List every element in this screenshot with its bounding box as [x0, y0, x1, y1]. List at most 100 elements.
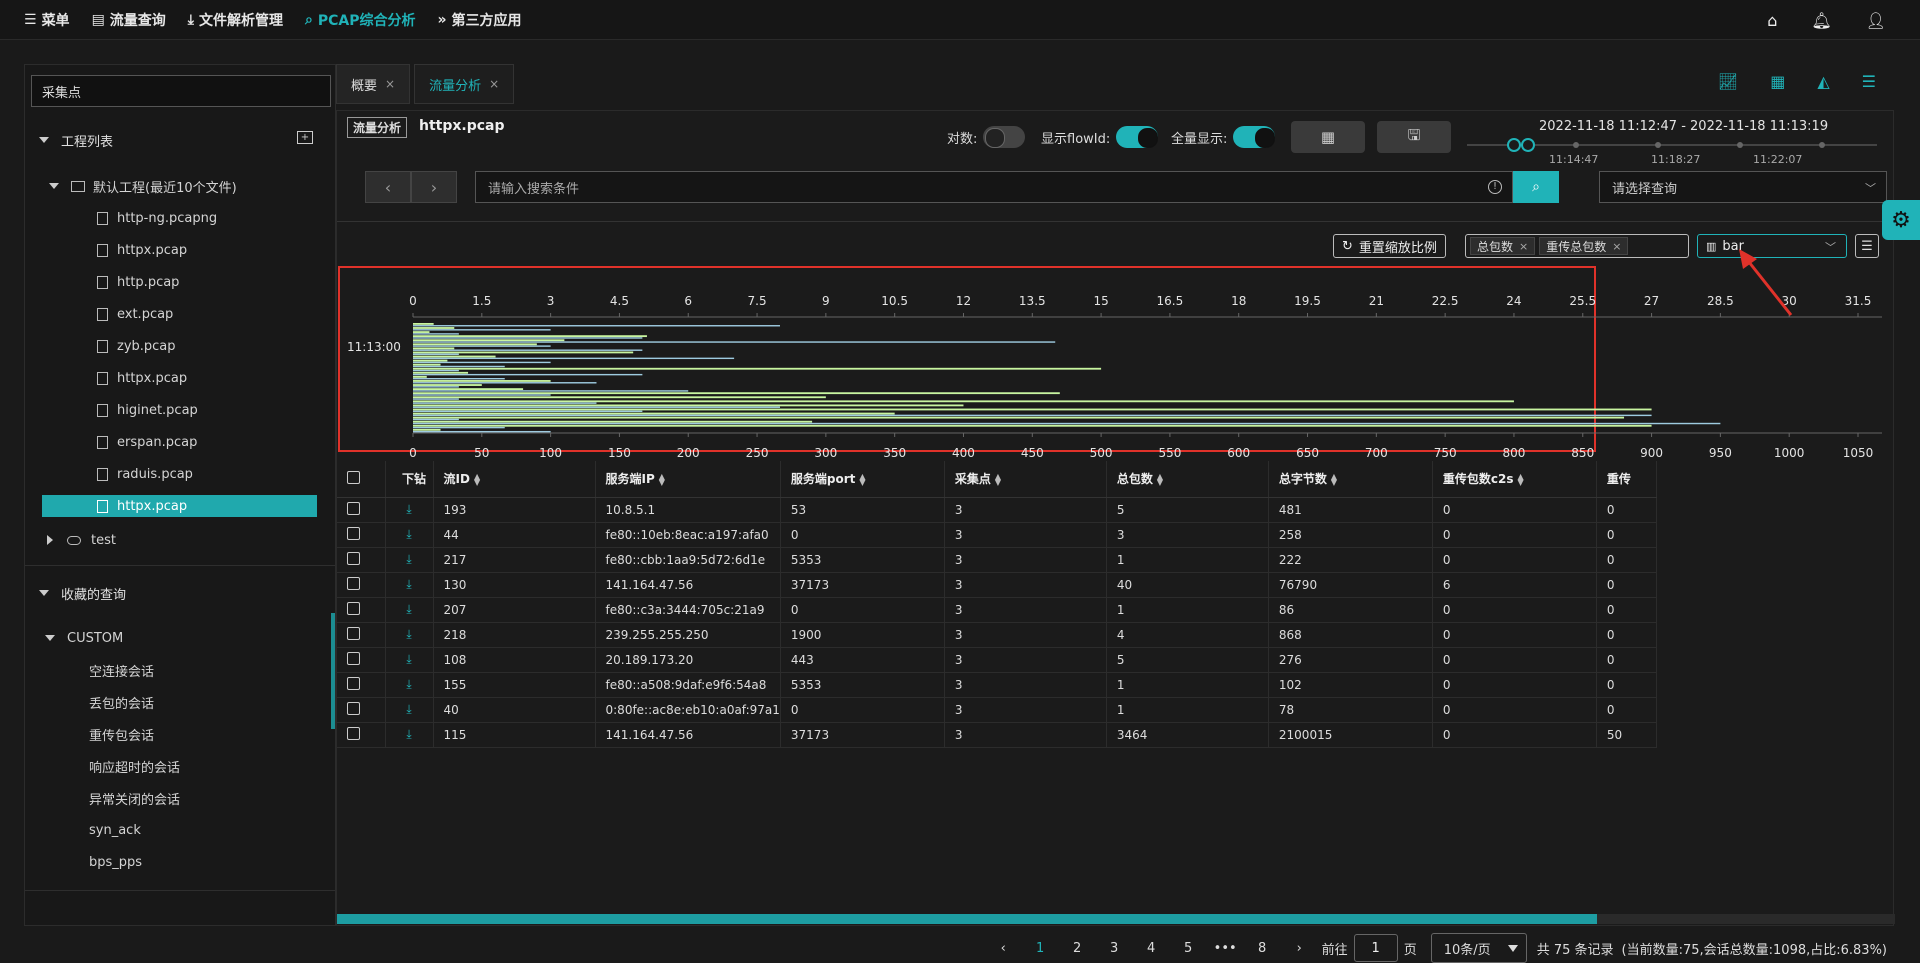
- drilldown-icon[interactable]: ⤓: [406, 602, 411, 616]
- metric-selector[interactable]: 总包数 × 重传总包数 ×: [1465, 234, 1689, 258]
- row-checkbox[interactable]: [347, 626, 360, 640]
- close-icon[interactable]: ×: [489, 77, 499, 91]
- next-page-button[interactable]: ›: [1281, 941, 1318, 956]
- panel-toggle-icon[interactable]: ☰: [1862, 72, 1876, 91]
- table-row[interactable]: ⤓ 207 fe80::c3a:3444:705c:21a9 0 3 1 86 0 0: [337, 597, 1657, 623]
- reset-zoom-button[interactable]: ↻ 重置缩放比例: [1333, 234, 1446, 258]
- bell-icon[interactable]: 🔔︎: [1811, 11, 1831, 30]
- page-number[interactable]: 8: [1244, 941, 1281, 956]
- column-header[interactable]: 总包数 ▲ ▼: [1106, 461, 1269, 498]
- sort-icon[interactable]: ▲ ▼: [659, 472, 665, 486]
- column-header[interactable]: 服务端IP ▲ ▼: [595, 461, 781, 498]
- table-row[interactable]: ⤓ 217 fe80::cbb:1aa9:5d72:6d1e 5353 3 1 222 0 0: [337, 547, 1657, 573]
- file-item[interactable]: httpx.pcap: [25, 365, 335, 391]
- page-number[interactable]: 1: [1022, 941, 1059, 956]
- drilldown-icon[interactable]: ⤓: [406, 702, 411, 716]
- table-view-icon[interactable]: ▦: [1770, 72, 1785, 91]
- saved-query-item[interactable]: 响应超时的会话: [25, 753, 335, 779]
- table-row[interactable]: ⤓ 130 141.164.47.56 37173 3 40 76790 6 0: [337, 572, 1657, 598]
- file-item[interactable]: higinet.pcap: [25, 397, 335, 423]
- default-project-node[interactable]: 默认工程(最近10个文件): [25, 173, 335, 199]
- saved-query-item[interactable]: 重传包会话: [25, 721, 335, 747]
- tab-0[interactable]: 概要 ×: [336, 64, 411, 104]
- file-item[interactable]: http-ng.pcapng: [25, 205, 335, 231]
- close-icon[interactable]: ×: [1612, 240, 1621, 253]
- drilldown-icon[interactable]: ⤓: [406, 652, 411, 666]
- saved-query-item[interactable]: syn_ack: [25, 817, 335, 843]
- saved-query-item[interactable]: 空连接会话: [25, 657, 335, 683]
- saved-query-item[interactable]: bps_pps: [25, 849, 335, 875]
- row-checkbox[interactable]: [347, 676, 360, 690]
- drilldown-icon[interactable]: ⤓: [406, 677, 411, 691]
- page-number[interactable]: 3: [1096, 941, 1133, 956]
- row-checkbox[interactable]: [347, 726, 360, 740]
- column-list-button[interactable]: ☰: [1855, 234, 1879, 258]
- table-row[interactable]: ⤓ 108 20.189.173.20 443 3 5 276 0 0: [337, 647, 1657, 673]
- table-row[interactable]: ⤓ 115 141.164.47.56 37173 3 3464 2100015 0 50: [337, 722, 1657, 748]
- table-row[interactable]: ⤓ 193 10.8.5.1 53 3 5 481 0 0: [337, 497, 1657, 523]
- row-checkbox[interactable]: [347, 526, 360, 540]
- full-display-switch[interactable]: [1233, 126, 1276, 148]
- page-number[interactable]: 4: [1133, 941, 1170, 956]
- sort-icon[interactable]: ▲ ▼: [1331, 472, 1337, 486]
- metric-chip[interactable]: 总包数 ×: [1470, 237, 1536, 255]
- page-size-select[interactable]: 10条/页: [1430, 933, 1527, 963]
- file-item[interactable]: erspan.pcap: [25, 429, 335, 455]
- line-chart-icon[interactable]: 📈︎: [1718, 72, 1738, 91]
- tab-1[interactable]: 流量分析 ×: [414, 64, 515, 104]
- file-item[interactable]: zyb.pcap: [25, 333, 335, 359]
- sort-icon[interactable]: ▲ ▼: [995, 472, 1001, 486]
- file-item[interactable]: raduis.pcap: [25, 461, 335, 487]
- close-icon[interactable]: ×: [1519, 240, 1528, 253]
- collection-point-search-input[interactable]: 采集点: [31, 75, 331, 107]
- time-slider-start-handle[interactable]: [1507, 138, 1521, 152]
- nav-item-3[interactable]: ⌕ PCAP综合分析: [305, 10, 415, 30]
- page-number[interactable]: •••: [1207, 941, 1244, 956]
- table-row[interactable]: ⤓ 155 fe80::a508:9daf:e9f6:54a8 5353 3 1 102 0 0: [337, 672, 1657, 698]
- column-header[interactable]: 服务端port ▲ ▼: [780, 461, 945, 498]
- row-checkbox[interactable]: [347, 701, 360, 715]
- settings-gear-button[interactable]: ⚙: [1882, 200, 1920, 240]
- column-header[interactable]: 总字节数 ▲ ▼: [1268, 461, 1433, 498]
- grid-view-button[interactable]: ▦: [1291, 121, 1365, 153]
- drilldown-icon[interactable]: ⤓: [406, 727, 411, 741]
- next-button[interactable]: ›: [411, 171, 457, 203]
- table-row[interactable]: ⤓ 218 239.255.255.250 1900 3 4 868 0 0: [337, 622, 1657, 648]
- drilldown-icon[interactable]: ⤓: [406, 502, 411, 516]
- flowid-switch[interactable]: [1116, 126, 1159, 148]
- shark-fin-icon[interactable]: ◭: [1817, 72, 1829, 91]
- nav-item-0[interactable]: ☰ 菜单: [24, 10, 70, 30]
- goto-page-input[interactable]: 1: [1353, 934, 1398, 962]
- custom-group-node[interactable]: CUSTOM: [25, 625, 335, 651]
- prev-page-button[interactable]: ‹: [985, 941, 1022, 956]
- saved-query-item[interactable]: 丢包的会话: [25, 689, 335, 715]
- home-icon[interactable]: ⌂: [1767, 11, 1777, 30]
- prev-button[interactable]: ‹: [365, 171, 411, 203]
- drilldown-icon[interactable]: ⤓: [406, 552, 411, 566]
- column-header[interactable]: 流ID ▲ ▼: [433, 461, 596, 498]
- test-project-node[interactable]: test: [25, 527, 335, 553]
- sort-icon[interactable]: ▲ ▼: [1157, 472, 1163, 486]
- metric-chip[interactable]: 重传总包数 ×: [1539, 237, 1629, 255]
- page-number[interactable]: 2: [1059, 941, 1096, 956]
- favorites-header[interactable]: 收藏的查询: [39, 579, 126, 607]
- sort-icon[interactable]: ▲ ▼: [1518, 472, 1524, 486]
- sort-icon[interactable]: ▲ ▼: [474, 472, 480, 486]
- nav-item-1[interactable]: ▤ 流量查询: [92, 10, 166, 30]
- column-header[interactable]: 重传包数c2s ▲ ▼: [1432, 461, 1597, 498]
- scrollbar-thumb[interactable]: [337, 914, 1597, 924]
- add-folder-icon[interactable]: +: [297, 131, 313, 144]
- page-number[interactable]: 5: [1170, 941, 1207, 956]
- row-checkbox[interactable]: [347, 551, 360, 565]
- drilldown-icon[interactable]: ⤓: [406, 527, 411, 541]
- saved-query-item[interactable]: 异常关闭的会话: [25, 785, 335, 811]
- table-horizontal-scrollbar[interactable]: [337, 914, 1895, 924]
- sidebar-scrollbar[interactable]: [331, 613, 335, 729]
- column-header[interactable]: 下钻: [385, 461, 434, 498]
- info-icon[interactable]: !: [1488, 180, 1502, 194]
- query-select[interactable]: 请选择查询 ﹀: [1599, 171, 1887, 203]
- flow-bar-chart[interactable]: 0 1.5 3 4.5 6 7.5 9 10.5 12 13.5 15 16.5 18 19.5 21 22.…: [337, 265, 1895, 465]
- log-scale-switch[interactable]: [983, 126, 1026, 148]
- row-checkbox[interactable]: [347, 576, 360, 590]
- row-checkbox[interactable]: [347, 651, 360, 665]
